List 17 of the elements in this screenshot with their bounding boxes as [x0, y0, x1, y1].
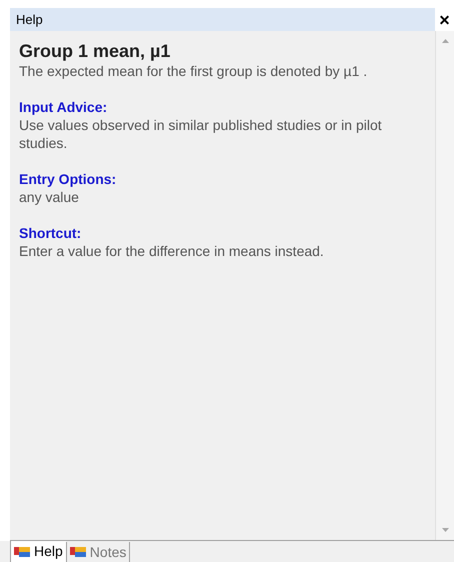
- section-text: Use values observed in similar published studies or in pilot studies.: [19, 116, 383, 152]
- section-title: Entry Options:: [19, 170, 118, 188]
- scroll-up-icon[interactable]: [442, 39, 448, 43]
- window-title: Help: [10, 8, 435, 31]
- section-title: Input Advice:: [19, 98, 108, 116]
- section-text: Enter a value for the difference in means instead.: [19, 242, 325, 260]
- section-text: any value: [19, 188, 80, 206]
- panel-tab[interactable]: Help: [10, 541, 66, 562]
- panel-icon: [14, 544, 30, 558]
- close-button[interactable]: ×: [435, 8, 454, 31]
- panel-icon: [70, 545, 86, 559]
- help-description: The expected mean for the first group is denoted by µ1 .: [19, 62, 368, 80]
- scroll-down-icon[interactable]: [442, 528, 448, 532]
- section-title: Shortcut:: [19, 224, 82, 242]
- scrollbar[interactable]: [435, 31, 454, 540]
- help-heading: Group 1 mean, µ1: [19, 40, 172, 62]
- panel-tab[interactable]: Notes: [66, 542, 130, 562]
